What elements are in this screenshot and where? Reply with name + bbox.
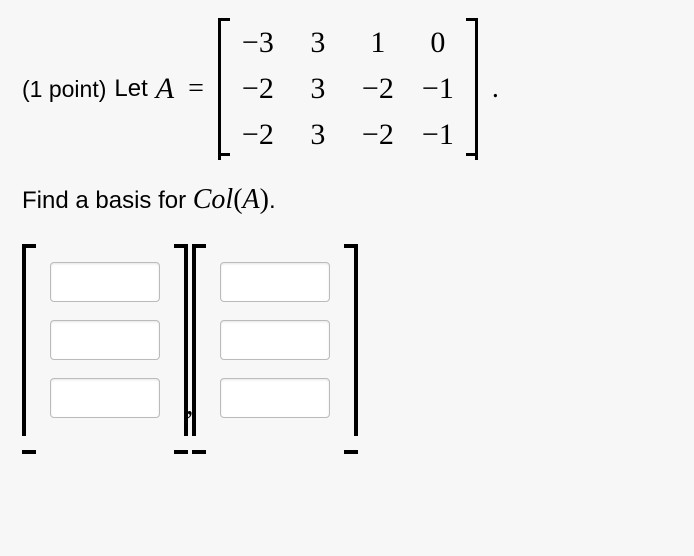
answer-area: , (22, 244, 672, 436)
equals-sign: = (188, 73, 204, 105)
basis-vector-1 (22, 244, 188, 436)
matrix-cell: −1 (422, 72, 454, 106)
problem-statement-row: (1 point) Let A = −3 3 1 0 −2 3 −2 −1 −2… (22, 18, 672, 160)
paren-close: ) (260, 184, 269, 215)
bracket-right-icon (344, 244, 358, 436)
bracket-left-icon (22, 244, 36, 436)
vector-column (206, 244, 344, 436)
basis-v1-entry-1[interactable] (50, 262, 160, 302)
bracket-left-icon (192, 244, 206, 436)
basis-v1-entry-3[interactable] (50, 378, 160, 418)
matrix-cell: 3 (302, 72, 334, 106)
matrix-A: −3 3 1 0 −2 3 −2 −1 −2 3 −2 −1 (218, 18, 478, 160)
period: . (492, 73, 499, 105)
let-text: Let (114, 75, 147, 103)
basis-v1-entry-2[interactable] (50, 320, 160, 360)
matrix-cell: 3 (302, 26, 334, 60)
col-function-label: Col (193, 184, 233, 215)
question-text: Find a basis for Col(A). (22, 184, 672, 216)
matrix-variable-name: A (156, 72, 174, 106)
basis-v2-entry-2[interactable] (220, 320, 330, 360)
matrix-cell: 3 (302, 118, 334, 152)
matrix-cell: −2 (242, 72, 274, 106)
question-period: . (269, 187, 276, 214)
basis-vector-2 (192, 244, 358, 436)
matrix-cell: −1 (422, 118, 454, 152)
matrix-cell: −2 (362, 72, 394, 106)
paren-open: ( (233, 184, 242, 215)
question-prefix: Find a basis for (22, 187, 193, 214)
matrix-cell: −2 (362, 118, 394, 152)
basis-v2-entry-1[interactable] (220, 262, 330, 302)
col-argument: A (243, 184, 260, 215)
matrix-cell: 0 (422, 26, 454, 60)
points-label: (1 point) (22, 76, 106, 103)
bracket-right-icon (466, 18, 478, 160)
vector-column (36, 244, 174, 436)
matrix-body: −3 3 1 0 −2 3 −2 −1 −2 3 −2 −1 (230, 18, 466, 160)
matrix-cell: −3 (242, 26, 274, 60)
bracket-left-icon (218, 18, 230, 160)
matrix-cell: −2 (242, 118, 274, 152)
bracket-right-icon (174, 244, 188, 436)
matrix-cell: 1 (362, 26, 394, 60)
basis-v2-entry-3[interactable] (220, 378, 330, 418)
